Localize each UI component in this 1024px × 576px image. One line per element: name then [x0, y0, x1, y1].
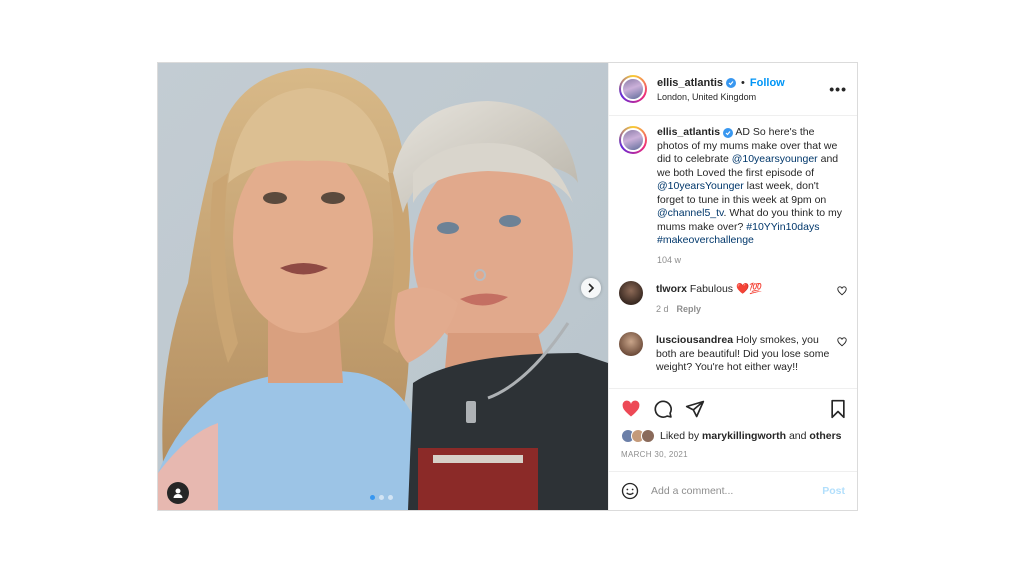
- commenter-username[interactable]: lusciousandrea: [656, 334, 733, 346]
- commenter-avatar[interactable]: [619, 281, 643, 305]
- hashtag-link[interactable]: #10YYin10days: [746, 221, 819, 233]
- carousel-dot: [379, 495, 384, 500]
- post-date[interactable]: MARCH 30, 2021: [609, 443, 857, 459]
- comment-item: tlworx Fabulous ❤️💯 2 d Reply: [609, 281, 857, 316]
- emoji-icon[interactable]: [621, 482, 639, 500]
- comment-button[interactable]: [653, 399, 673, 419]
- heart-filled-icon: [622, 400, 640, 417]
- post-side-panel: ellis_atlantis • Follow London, United K…: [608, 63, 857, 510]
- hashtag-link[interactable]: #makeoverchallenge: [657, 234, 754, 246]
- user-icon: [173, 488, 183, 498]
- caption-timestamp[interactable]: 104 w: [657, 254, 843, 268]
- likes-summary: Liked by marykillingworth and others: [609, 421, 857, 443]
- post-header: ellis_atlantis • Follow London, United K…: [609, 63, 857, 116]
- save-button[interactable]: [829, 399, 847, 419]
- caption-username[interactable]: ellis_atlantis: [657, 126, 720, 138]
- header-separator: •: [741, 76, 745, 89]
- comment-bubble-icon: [654, 400, 672, 418]
- likes-middle: and: [786, 430, 810, 442]
- author-username[interactable]: ellis_atlantis: [657, 77, 723, 89]
- liker-avatar: [641, 429, 655, 443]
- like-button[interactable]: [621, 399, 641, 419]
- likes-prefix: Liked by: [660, 430, 703, 442]
- mention-link[interactable]: @10yearsYounger: [657, 180, 744, 192]
- carousel-indicator: [370, 495, 393, 500]
- commenter-username[interactable]: tlworx: [656, 283, 687, 295]
- post-location[interactable]: London, United Kingdom: [657, 92, 829, 102]
- comment-item: lusciousandrea Holy smokes, you both are…: [609, 332, 857, 375]
- comment-input[interactable]: [649, 484, 823, 498]
- likes-others-link[interactable]: others: [809, 430, 841, 442]
- post-comment-button[interactable]: Post: [822, 485, 845, 497]
- comment-like-icon[interactable]: [837, 337, 847, 347]
- bookmark-icon: [831, 399, 845, 419]
- instagram-post: ellis_atlantis • Follow London, United K…: [157, 62, 858, 511]
- chevron-right-icon: [588, 283, 595, 293]
- author-avatar[interactable]: [619, 75, 647, 103]
- verified-badge-icon: [726, 77, 737, 88]
- mention-link[interactable]: @channel5_tv: [657, 207, 724, 219]
- verified-badge-icon: [723, 128, 734, 138]
- share-button[interactable]: [685, 399, 705, 419]
- photo-illustration: [158, 63, 608, 510]
- reply-button[interactable]: Reply: [677, 304, 702, 314]
- commenter-avatar[interactable]: [619, 332, 643, 356]
- caption-avatar[interactable]: [619, 126, 647, 154]
- comment-text: Fabulous ❤️💯: [689, 283, 763, 295]
- carousel-dot: [388, 495, 393, 500]
- follow-button[interactable]: Follow: [750, 77, 785, 89]
- paper-plane-icon: [685, 400, 705, 418]
- carousel-dot: [370, 495, 375, 500]
- post-actions: Liked by marykillingworth and others MAR…: [609, 388, 857, 477]
- add-comment-bar: Post: [609, 471, 857, 510]
- more-options-button[interactable]: •••: [829, 81, 847, 97]
- comment-like-icon[interactable]: [837, 286, 847, 296]
- post-photo[interactable]: [158, 63, 608, 510]
- next-slide-button[interactable]: [581, 278, 601, 298]
- liker-username[interactable]: marykillingworth: [702, 430, 786, 442]
- mention-link[interactable]: @10yearsyounger: [732, 153, 818, 165]
- comments-section[interactable]: ellis_atlantis AD So here's the photos o…: [609, 116, 857, 388]
- comment-timestamp: 2 d: [656, 303, 669, 314]
- tagged-users-button[interactable]: [167, 482, 189, 504]
- post-caption: ellis_atlantis AD So here's the photos o…: [609, 116, 857, 267]
